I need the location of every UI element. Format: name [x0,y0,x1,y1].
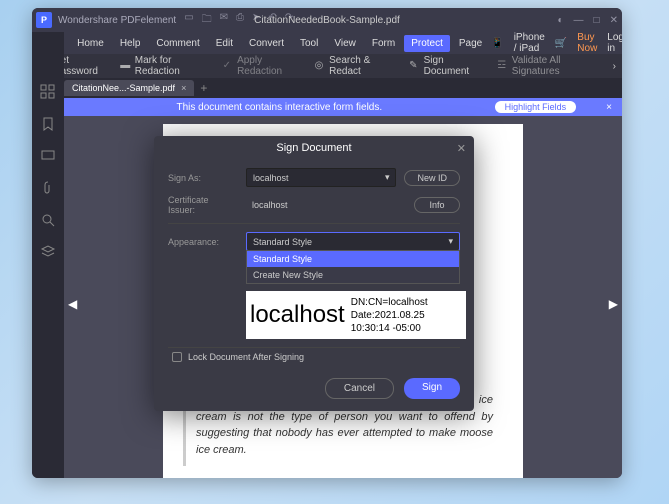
tabbar: CitationNee...-Sample.pdf × + [32,78,622,98]
ribbon-toolbar: 🔒Set Password ▬Mark for Redaction ✓Apply… [32,54,622,78]
chevron-down-icon: ▾ [448,236,453,247]
menu-home[interactable]: Home [70,35,111,52]
sign-as-label: Sign As: [168,173,238,183]
search-redact-icon: ◎ [315,60,325,72]
menubar: File Home Help Comment Edit Convert Tool… [32,32,622,54]
sign-document-button[interactable]: ✎Sign Document [409,55,483,77]
sign-icon: ✎ [409,60,419,72]
lock-label: Lock Document After Signing [188,352,304,362]
menu-page[interactable]: Page [452,35,489,52]
app-logo-icon: P [36,12,52,28]
highlight-fields-button[interactable]: Highlight Fields [495,101,577,113]
sign-as-select[interactable]: localhost▾ [246,168,396,187]
device-icon: 📱 [491,38,503,49]
appearance-dropdown-list: Standard Style Create New Style [246,250,460,284]
document-title: CitationNeededBook-Sample.pdf [254,15,400,26]
menu-help[interactable]: Help [113,35,148,52]
menu-form[interactable]: Form [365,35,402,52]
dialog-close-icon[interactable]: ✕ [457,142,466,155]
menu-comment[interactable]: Comment [149,35,206,52]
dialog-title: Sign Document ✕ [154,136,474,160]
device-label[interactable]: iPhone / iPad [514,32,545,54]
app-window: P Wondershare PDFelement ▭ 🗀 ✉ ⎙ ➤ ↶ ↷ C… [32,8,622,478]
notification-close-icon[interactable]: × [606,102,612,113]
next-page-icon[interactable]: ▶ [609,297,618,311]
info-button[interactable]: Info [414,197,460,213]
signature-preview: localhost DN:CN=localhost Date:2021.08.2… [246,291,466,339]
menu-protect[interactable]: Protect [404,35,450,52]
apply-redaction-button[interactable]: ✓Apply Redaction [223,55,301,77]
search-redact-button[interactable]: ◎Search & Redact [315,55,396,77]
notification-message: This document contains interactive form … [74,102,485,113]
menu-convert[interactable]: Convert [242,35,291,52]
minimize-icon[interactable]: — [574,15,584,26]
preview-time: 10:30:14 -05:00 [351,322,428,335]
prev-page-icon[interactable]: ◀ [68,297,77,311]
tab-close-icon[interactable]: × [181,83,186,93]
tab-label: CitationNee...-Sample.pdf [72,83,175,93]
tab-add-icon[interactable]: + [200,81,207,95]
cart-icon: 🛒 [555,38,567,49]
preview-date: Date:2021.08.25 [351,309,428,322]
buy-now-link[interactable]: Buy Now [577,32,597,54]
issuer-value: localhost [246,197,406,213]
titlebar: P Wondershare PDFelement ▭ 🗀 ✉ ⎙ ➤ ↶ ↷ C… [32,8,622,32]
redact-mark-icon: ▬ [120,60,130,72]
attachment-icon[interactable] [40,180,56,196]
preview-name: localhost [246,301,349,329]
mark-redaction-button[interactable]: ▬Mark for Redaction [120,55,208,77]
new-id-button[interactable]: New ID [404,170,460,186]
ribbon-more-icon[interactable]: › [613,61,616,72]
cancel-button[interactable]: Cancel [325,378,394,399]
theme-icon[interactable]: ◐ [558,15,564,26]
appearance-select[interactable]: Standard Style▾ [246,232,460,251]
mail-icon[interactable]: ✉ [220,12,228,29]
appearance-option-new[interactable]: Create New Style [247,267,459,283]
sign-button[interactable]: Sign [404,378,460,399]
maximize-icon[interactable]: □ [594,15,600,26]
menu-tool[interactable]: Tool [293,35,325,52]
sidebar [32,32,64,478]
lock-checkbox[interactable] [172,352,182,362]
sign-document-dialog: Sign Document ✕ Sign As: localhost▾ New … [154,136,474,411]
open-icon[interactable]: ▭ [184,12,193,29]
form-notification-bar: This document contains interactive form … [64,98,622,116]
preview-dn: DN:CN=localhost [351,296,428,309]
validate-icon: ☲ [497,60,508,72]
print-icon[interactable]: ⎙ [236,12,244,29]
search-icon[interactable] [40,212,56,228]
menu-view[interactable]: View [327,35,363,52]
folder-icon[interactable]: 🗀 [202,12,212,29]
validate-signatures-button[interactable]: ☲Validate All Signatures [497,55,598,77]
close-window-icon[interactable]: ✕ [610,15,618,26]
login-link[interactable]: Log in [607,32,622,54]
thumbnails-icon[interactable] [40,84,56,100]
menu-edit[interactable]: Edit [209,35,240,52]
layers-icon[interactable] [40,244,56,260]
bookmark-icon[interactable] [40,116,56,132]
annotation-icon[interactable] [40,148,56,164]
appearance-label: Appearance: [168,237,238,247]
redact-apply-icon: ✓ [223,60,233,72]
document-tab[interactable]: CitationNee...-Sample.pdf × [64,80,194,96]
chevron-down-icon: ▾ [385,172,390,183]
app-name: Wondershare PDFelement [58,15,176,26]
issuer-label: Certificate Issuer: [168,195,238,215]
appearance-option-standard[interactable]: Standard Style [247,251,459,267]
